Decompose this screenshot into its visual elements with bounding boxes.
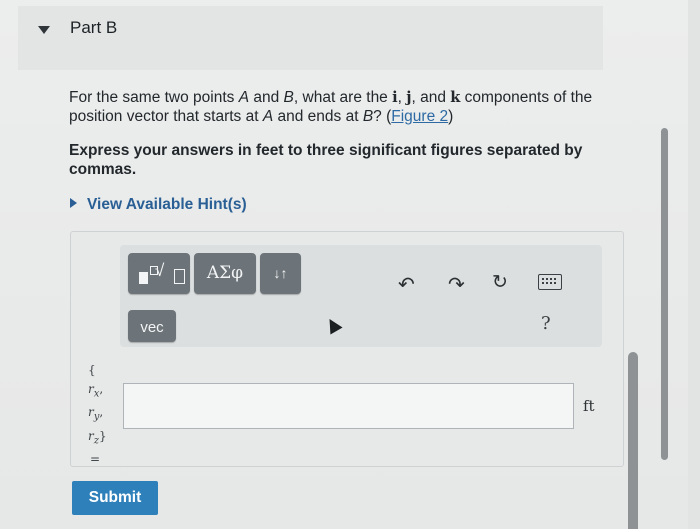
greek-symbols-button[interactable]: ΑΣφ (194, 253, 256, 294)
point-a: A (262, 108, 274, 125)
undo-icon[interactable]: ↶ (398, 272, 415, 297)
view-hints-link[interactable]: View Available Hint(s) (70, 196, 247, 214)
math-toolbar: √ ΑΣφ ↓↑ vec ↶ ↷ ↻ ? (120, 245, 602, 347)
answer-label: { rx, ry, rz} = (88, 363, 107, 467)
radicand-box-icon (174, 269, 185, 284)
part-title: Part B (70, 18, 118, 37)
question-fragment: , and (411, 89, 451, 106)
figure-link[interactable]: Figure 2 (391, 108, 448, 125)
unit-vector-k: k (450, 89, 461, 106)
hints-label: View Available Hint(s) (87, 196, 247, 213)
scrollbar-thumb[interactable] (661, 128, 668, 460)
question-fragment: and ends at (273, 108, 363, 125)
question-fragment: ) (448, 108, 454, 125)
help-icon[interactable]: ? (541, 313, 551, 334)
part-header[interactable]: Part B (18, 6, 603, 70)
radical-icon: √ (155, 261, 165, 280)
answer-input[interactable] (123, 383, 574, 429)
point-b: B (283, 89, 294, 106)
unit-label: ft (583, 397, 595, 415)
point-a: A (238, 89, 250, 106)
question-text: For the same two points A and B, what ar… (69, 88, 609, 126)
open-brace: { (88, 363, 96, 377)
secondary-scrollbar[interactable] (628, 352, 638, 529)
close-brace: } (99, 428, 107, 443)
answer-box: √ ΑΣφ ↓↑ vec ↶ ↷ ↻ ? { rx, ry, rz} = ft (70, 231, 624, 467)
keyboard-icon[interactable] (538, 274, 562, 290)
question-fragment: For the same two points (69, 89, 239, 106)
redo-icon[interactable]: ↷ (448, 272, 465, 297)
vector-button[interactable]: vec (128, 310, 176, 342)
expand-triangle-icon (70, 198, 77, 208)
equals-sign: = (90, 452, 101, 467)
mouse-cursor-icon (323, 315, 343, 335)
templates-button[interactable]: √ (128, 253, 190, 294)
reset-icon[interactable]: ↻ (492, 271, 508, 294)
point-b: B (362, 108, 374, 125)
window-edge (688, 0, 700, 529)
submit-button[interactable]: Submit (72, 481, 158, 515)
collapse-caret-icon[interactable] (38, 26, 50, 34)
arrows-button[interactable]: ↓↑ (260, 253, 301, 294)
question-fragment: , (397, 89, 407, 106)
page: Part B For the same two points A and B, … (0, 0, 700, 529)
question-fragment: , what are the (293, 89, 393, 106)
templates-icon (139, 272, 148, 284)
question-fragment: ? ( (373, 108, 392, 125)
instruction-text: Express your answers in feet to three si… (69, 142, 583, 178)
question-fragment: and (249, 89, 284, 106)
